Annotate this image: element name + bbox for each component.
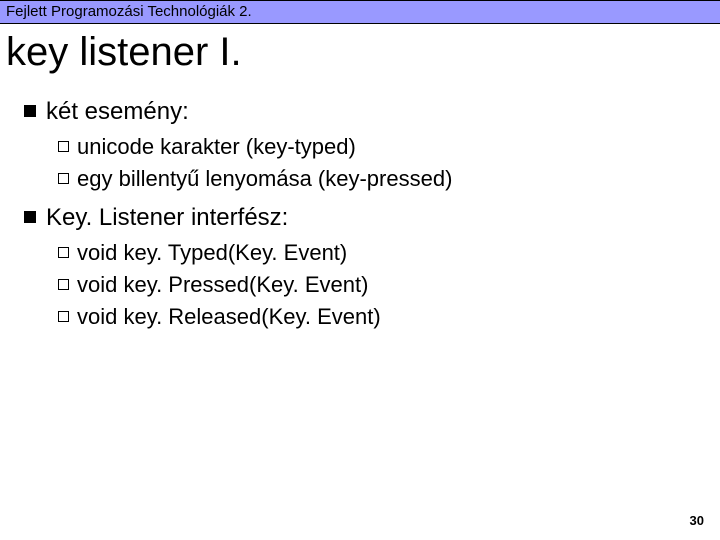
- square-outline-icon: [58, 247, 69, 258]
- square-outline-icon: [58, 279, 69, 290]
- bullet-l2: void key. Pressed(Key. Event): [58, 271, 710, 299]
- bullet-l2-group: void key. Typed(Key. Event) void key. Pr…: [24, 239, 710, 331]
- bullet-l1: két esemény:: [24, 97, 710, 127]
- bullet-l2-text: unicode karakter (key-typed): [77, 133, 356, 161]
- square-outline-icon: [58, 173, 69, 184]
- bullet-l2-text: void key. Pressed(Key. Event): [77, 271, 368, 299]
- bullet-l1-text: két esemény:: [46, 97, 189, 127]
- bullet-l2: unicode karakter (key-typed): [58, 133, 710, 161]
- square-outline-icon: [58, 141, 69, 152]
- slide: Fejlett Programozási Technológiák 2. key…: [0, 0, 720, 540]
- course-title: Fejlett Programozási Technológiák 2.: [6, 3, 252, 20]
- square-filled-icon: [24, 105, 36, 117]
- bullet-l2-text: egy billentyű lenyomása (key-pressed): [77, 165, 452, 193]
- page-number: 30: [690, 513, 704, 528]
- bullet-l2: void key. Released(Key. Event): [58, 303, 710, 331]
- bullet-l2-group: unicode karakter (key-typed) egy billent…: [24, 133, 710, 193]
- header-bar: Fejlett Programozási Technológiák 2.: [0, 0, 720, 24]
- bullet-l1-text: Key. Listener interfész:: [46, 203, 288, 233]
- square-filled-icon: [24, 211, 36, 223]
- bullet-l1: Key. Listener interfész:: [24, 203, 710, 233]
- square-outline-icon: [58, 311, 69, 322]
- bullet-l2: void key. Typed(Key. Event): [58, 239, 710, 267]
- bullet-l2-text: void key. Released(Key. Event): [77, 303, 381, 331]
- bullet-l2: egy billentyű lenyomása (key-pressed): [58, 165, 710, 193]
- slide-body: két esemény: unicode karakter (key-typed…: [0, 97, 720, 331]
- bullet-l2-text: void key. Typed(Key. Event): [77, 239, 347, 267]
- slide-title: key listener I.: [0, 24, 720, 87]
